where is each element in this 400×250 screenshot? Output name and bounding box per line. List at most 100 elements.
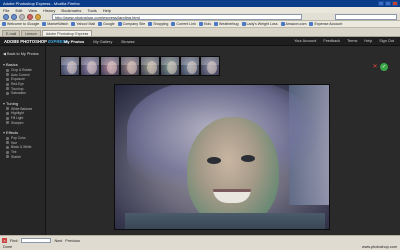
hue-icon [6,141,9,145]
menu-view[interactable]: View [28,8,37,13]
nav-sign-out[interactable]: Sign Out [379,39,394,43]
variation-thumbnail[interactable] [160,56,180,76]
bookmark-item[interactable]: Google [98,22,115,26]
navigation-toolbar: http://www.photoshop.com/express/landing… [0,13,400,21]
url-field[interactable]: http://www.photoshop.com/express/landing… [52,14,302,20]
app-logo[interactable]: ADOBE PHOTOSHOP EXPRESS [4,39,68,44]
cancel-x-icon[interactable]: ✕ [372,64,378,70]
black-white-icon [6,145,9,149]
tint-icon [6,150,9,154]
variation-thumbnail[interactable] [60,56,80,76]
bookmark-icon [214,22,218,26]
chevron-down-icon: ▾ [3,129,6,135]
bookmark-item[interactable]: MarketWatch [42,22,68,26]
chevron-down-icon: ▾ [3,100,6,106]
menu-bookmarks[interactable]: Bookmarks [61,8,81,13]
nav-terms[interactable]: Terms [347,39,357,43]
bookmark-item[interactable]: Yahoo! Mail [71,22,95,26]
nav-feedback[interactable]: Feedback [323,39,340,43]
nav-your-account[interactable]: Your Account [294,39,316,43]
thumbnail-face [187,61,197,74]
bookmark-icon [148,22,153,26]
photo-canvas[interactable] [114,84,330,230]
window-title: Adobe Photoshop Express - Mozilla Firefo… [3,1,80,6]
edit-tools-panel: ◀ Back to My Photos ▾Basics Crop & Rotat… [0,46,46,235]
saturation-icon [6,91,9,95]
bookmark-item[interactable]: Kids [199,22,211,26]
back-icon[interactable] [3,14,9,20]
highlight-icon [6,111,9,115]
photo-face [187,117,279,227]
variation-thumbnail[interactable] [80,56,100,76]
forward-icon[interactable] [11,14,17,20]
find-previous-button[interactable]: Previous [65,239,80,243]
tab-lesson[interactable]: Lesson [21,30,41,36]
browser-tabs: E-mail Lesson Adobe Photoshop Express [0,28,400,37]
bookmark-item[interactable]: Expense Account [309,22,342,26]
user-nav: Your Account Feedback Terms Help Sign Ou… [294,39,394,43]
bookmark-icon [199,22,203,26]
tab-photoshop-express[interactable]: Adobe Photoshop Express [41,30,93,36]
find-input[interactable] [21,238,52,243]
maximize-icon[interactable] [385,1,391,6]
menu-history[interactable]: History [43,8,55,13]
tool-saturation[interactable]: Saturation [0,91,45,96]
bookmark-icon [98,22,103,26]
bookmark-item[interactable]: Amazon.com [280,22,306,26]
status-text: Done [3,245,13,249]
menu-file[interactable]: File [3,8,9,13]
bookmark-item[interactable]: Welcome to iGoogle [2,22,39,26]
bookmark-item[interactable]: Lady's Weight Loss [241,22,278,26]
pop-color-icon [6,136,9,140]
bookmark-icon [42,22,47,26]
back-to-photos-link[interactable]: ◀ Back to My Photos [0,51,45,57]
thumbnail-face [87,61,97,74]
reload-icon[interactable] [19,14,25,20]
photo-eye-right [241,155,255,162]
red-eye-icon [6,82,9,86]
home-icon[interactable] [35,14,41,20]
tool-sketch[interactable]: Sketch [0,154,45,159]
app-nav: My Photos My Gallery Browse [64,39,135,44]
variation-thumbnail[interactable] [180,56,200,76]
browser-status-bar: × Find: Next Previous Done www.photoshop… [0,235,400,250]
bookmark-icon [171,22,176,26]
bookmark-icon [241,22,246,26]
thumbnail-face [67,61,77,74]
search-input[interactable] [335,14,397,20]
thumbnail-face [147,61,157,74]
find-next-button[interactable]: Next [54,239,62,243]
nav-help[interactable]: Help [364,39,372,43]
tab-email[interactable]: E-mail [2,30,21,36]
menu-edit[interactable]: Edit [15,8,22,13]
bookmark-item[interactable]: Shopping [148,22,168,26]
nav-my-photos[interactable]: My Photos [64,39,84,44]
bookmark-icon [71,22,76,26]
stop-icon[interactable] [27,14,33,20]
bookmark-item[interactable]: Company Site [117,22,145,26]
touchup-icon [6,87,9,91]
nav-browse[interactable]: Browse [121,39,134,44]
nav-my-gallery[interactable]: My Gallery [93,39,112,44]
variation-thumbnail[interactable] [200,56,220,76]
variation-thumbnail[interactable] [140,56,160,76]
photo-eye-left [207,157,221,164]
close-window-icon[interactable] [392,1,398,6]
thumbnail-face [207,61,217,74]
variation-thumbnail[interactable] [120,56,140,76]
menu-help[interactable]: Help [103,8,111,13]
bookmark-item[interactable]: Weatherbug [214,22,239,26]
bookmark-item[interactable]: Current Link [171,22,196,26]
bookmark-icon [117,22,122,26]
fill-light-icon [6,116,9,120]
tool-sharpen[interactable]: Sharpen [0,120,45,125]
close-find-icon[interactable]: × [2,238,7,243]
white-balance-icon [6,107,9,111]
minimize-icon[interactable] [378,1,384,6]
thumbnail-face [107,61,117,74]
bookmark-icon [280,22,285,26]
variation-thumbnail[interactable] [100,56,120,76]
sketch-icon [6,155,9,159]
apply-check-icon[interactable]: ✓ [380,63,388,71]
menu-tools[interactable]: Tools [87,8,96,13]
